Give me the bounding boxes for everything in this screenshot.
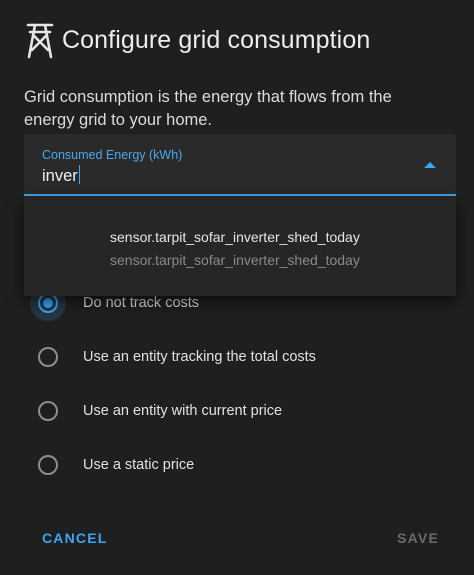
cancel-button[interactable]: CANCEL xyxy=(42,530,108,546)
radio-label: Use an entity tracking the total costs xyxy=(83,349,316,365)
cost-option-static-price[interactable]: Use a static price xyxy=(38,452,194,478)
field-label: Consumed Energy (kWh) xyxy=(42,148,183,162)
radio-label: Use a static price xyxy=(83,457,195,473)
dialog-description: Grid consumption is the energy that flow… xyxy=(24,88,392,129)
dialog-header: Configure grid consumption xyxy=(24,18,370,62)
radio-static-price[interactable] xyxy=(38,455,58,475)
radio-total-costs-entity[interactable] xyxy=(38,347,58,367)
radio-current-price-entity[interactable] xyxy=(38,401,58,421)
suggestion-entity-name: sensor.tarpit_sofar_inverter_shed_today xyxy=(110,229,360,245)
consumed-energy-combobox[interactable]: Consumed Energy (kWh) inver xyxy=(24,134,456,196)
dialog-title: Configure grid consumption xyxy=(62,25,371,54)
list-item[interactable]: sensor.tarpit_sofar_inverter_shed_today … xyxy=(110,228,360,269)
suggestion-entity-id: sensor.tarpit_sofar_inverter_shed_today xyxy=(110,252,360,268)
radio-label: Use an entity with current price xyxy=(83,403,283,419)
transmission-tower-icon xyxy=(24,20,56,60)
chevron-up-icon[interactable] xyxy=(424,162,436,168)
save-button[interactable]: SAVE xyxy=(397,530,439,546)
text-caret xyxy=(78,165,80,184)
configure-grid-dialog: Configure grid consumption Grid consumpt… xyxy=(0,0,474,575)
consumed-energy-input[interactable]: inver xyxy=(42,165,80,186)
input-value: inver xyxy=(42,167,78,185)
cost-option-current-price-entity[interactable]: Use an entity with current price xyxy=(38,398,282,424)
cost-option-total-costs-entity[interactable]: Use an entity tracking the total costs xyxy=(38,344,316,370)
entity-suggestion-menu: sensor.tarpit_sofar_inverter_shed_today … xyxy=(24,196,456,296)
radio-no-costs[interactable] xyxy=(30,285,66,321)
radio-label: Do not track costs xyxy=(83,295,200,311)
